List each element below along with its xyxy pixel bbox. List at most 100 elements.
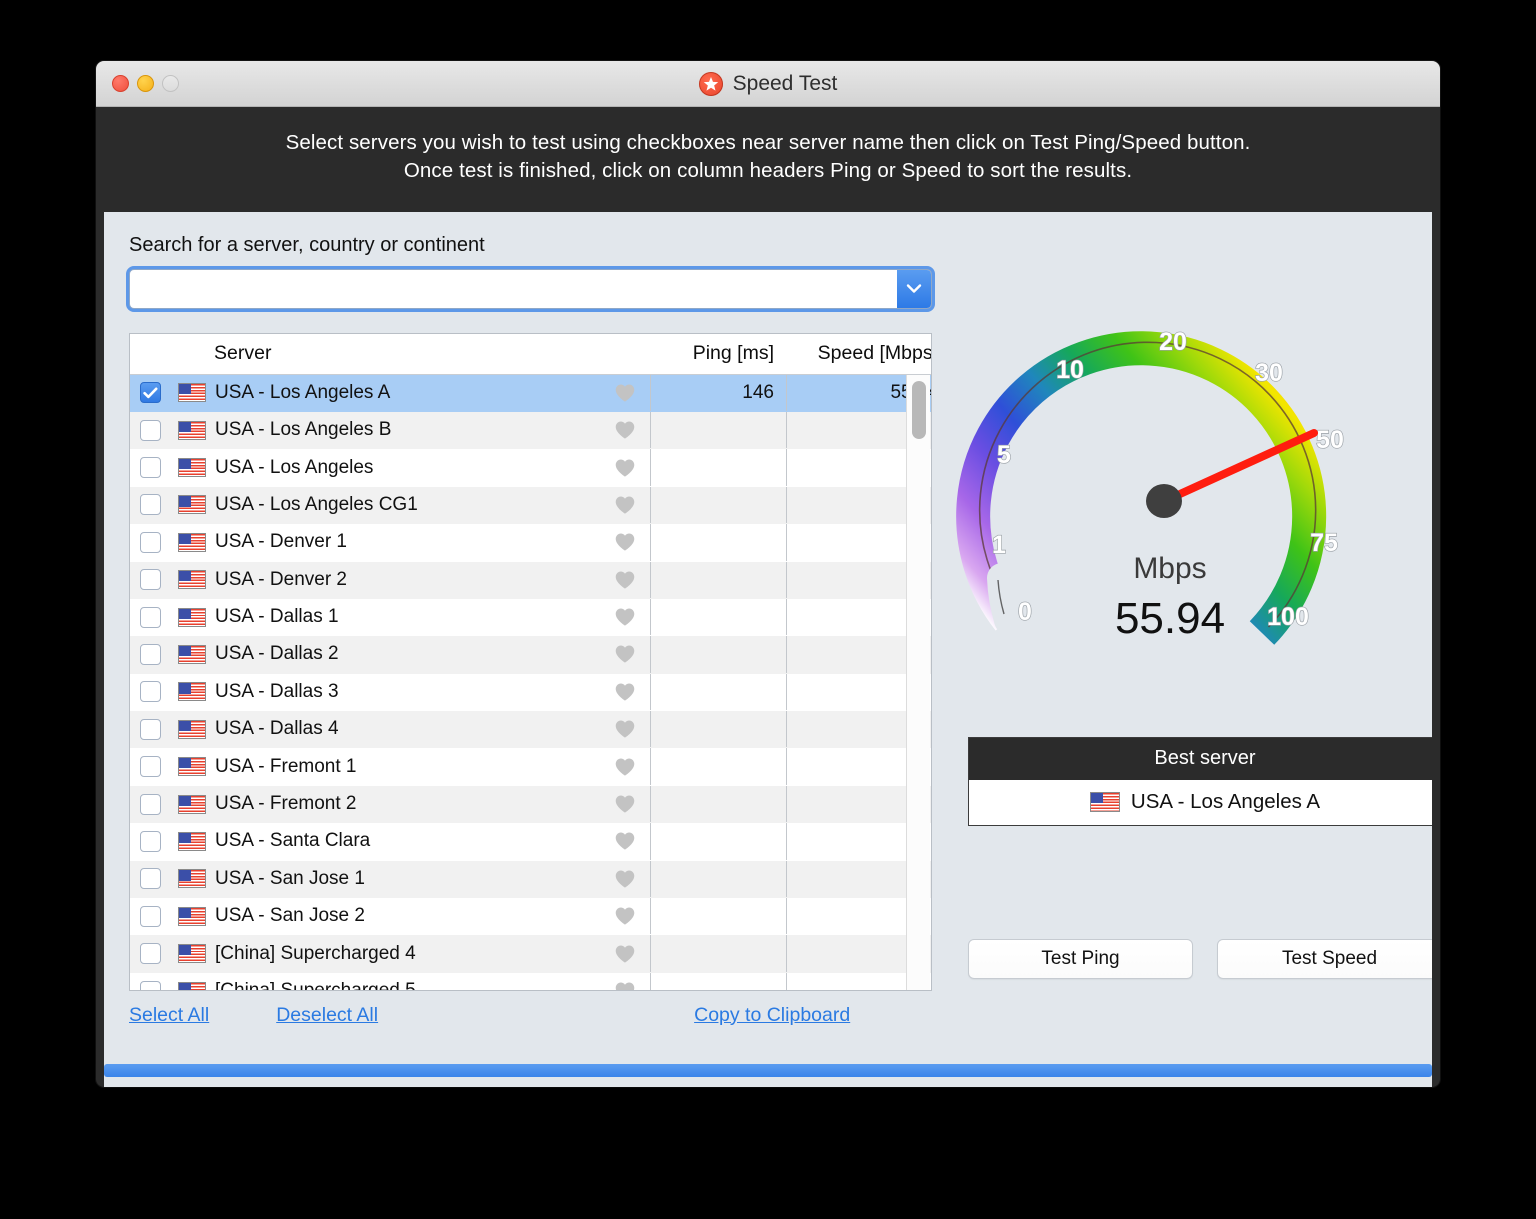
- progress-bar: [104, 1064, 1432, 1077]
- server-name-cell[interactable]: USA - Los Angeles: [170, 457, 600, 479]
- table-row[interactable]: USA - Los Angeles: [130, 449, 931, 486]
- server-checkbox[interactable]: [140, 681, 161, 702]
- server-name-label: USA - Los Angeles A: [215, 382, 390, 404]
- server-checkbox[interactable]: [140, 420, 161, 441]
- zoom-button[interactable]: [162, 75, 179, 92]
- table-row[interactable]: USA - San Jose 2: [130, 898, 931, 935]
- server-name-cell[interactable]: [China] Supercharged 5: [170, 980, 600, 990]
- table-row[interactable]: USA - Fremont 2: [130, 786, 931, 823]
- favorite-heart-icon: [614, 458, 636, 478]
- list-action-links: Select All Deselect All Copy to Clipboar…: [129, 1004, 932, 1027]
- vertical-scrollbar[interactable]: [906, 375, 930, 990]
- server-name-cell[interactable]: USA - Los Angeles A: [170, 382, 600, 404]
- server-name-cell[interactable]: USA - San Jose 1: [170, 868, 600, 890]
- favorite-cell[interactable]: [600, 644, 650, 664]
- server-name-cell[interactable]: USA - Fremont 1: [170, 756, 600, 778]
- ping-cell: [650, 711, 786, 747]
- scrollbar-thumb[interactable]: [912, 381, 926, 439]
- server-checkbox[interactable]: [140, 943, 161, 964]
- server-checkbox[interactable]: [140, 719, 161, 740]
- favorite-cell[interactable]: [600, 495, 650, 515]
- favorite-cell[interactable]: [600, 570, 650, 590]
- favorite-cell[interactable]: [600, 532, 650, 552]
- server-checkbox[interactable]: [140, 756, 161, 777]
- favorite-heart-icon: [614, 420, 636, 440]
- server-checkbox[interactable]: [140, 831, 161, 852]
- server-name-cell[interactable]: USA - Santa Clara: [170, 830, 600, 852]
- favorite-cell[interactable]: [600, 981, 650, 990]
- ping-cell: [650, 861, 786, 897]
- chevron-down-icon[interactable]: [897, 270, 931, 308]
- test-ping-button[interactable]: Test Ping: [968, 939, 1193, 979]
- table-row[interactable]: USA - Los Angeles A14655.94: [130, 375, 931, 412]
- gauge-tick-0: 0: [1018, 598, 1032, 626]
- server-name-cell[interactable]: USA - Dallas 1: [170, 606, 600, 628]
- server-name-cell[interactable]: USA - Dallas 2: [170, 643, 600, 665]
- select-all-link[interactable]: Select All: [129, 1004, 209, 1027]
- server-name-cell[interactable]: USA - Dallas 4: [170, 718, 600, 740]
- table-row[interactable]: USA - Dallas 1: [130, 599, 931, 636]
- server-name-cell[interactable]: USA - Denver 2: [170, 569, 600, 591]
- table-row[interactable]: [China] Supercharged 4: [130, 935, 931, 972]
- server-name-cell[interactable]: [China] Supercharged 4: [170, 943, 600, 965]
- server-name-label: [China] Supercharged 5: [215, 980, 416, 990]
- copy-to-clipboard-link[interactable]: Copy to Clipboard: [694, 1004, 850, 1027]
- table-row[interactable]: USA - Dallas 3: [130, 674, 931, 711]
- deselect-all-link[interactable]: Deselect All: [276, 1004, 378, 1027]
- server-checkbox[interactable]: [140, 532, 161, 553]
- close-button[interactable]: [112, 75, 129, 92]
- table-row[interactable]: USA - Fremont 1: [130, 748, 931, 785]
- server-name-label: [China] Supercharged 4: [215, 943, 416, 965]
- table-row[interactable]: USA - Dallas 4: [130, 711, 931, 748]
- server-name-cell[interactable]: USA - San Jose 2: [170, 905, 600, 927]
- server-name-cell[interactable]: USA - Denver 1: [170, 531, 600, 553]
- server-checkbox[interactable]: [140, 794, 161, 815]
- main-panel: Search for a server, country or continen…: [104, 212, 1432, 1053]
- search-input[interactable]: [130, 270, 897, 308]
- table-row[interactable]: [China] Supercharged 5: [130, 973, 931, 990]
- favorite-cell[interactable]: [600, 383, 650, 403]
- server-name-cell[interactable]: USA - Fremont 2: [170, 793, 600, 815]
- table-row[interactable]: USA - Dallas 2: [130, 636, 931, 673]
- favorite-cell[interactable]: [600, 906, 650, 926]
- server-checkbox[interactable]: [140, 906, 161, 927]
- table-row[interactable]: USA - Santa Clara: [130, 823, 931, 860]
- favorite-heart-icon: [614, 383, 636, 403]
- table-row[interactable]: USA - Denver 2: [130, 562, 931, 599]
- server-checkbox[interactable]: [140, 382, 161, 403]
- favorite-cell[interactable]: [600, 869, 650, 889]
- server-checkbox[interactable]: [140, 569, 161, 590]
- server-checkbox[interactable]: [140, 607, 161, 628]
- favorite-cell[interactable]: [600, 682, 650, 702]
- table-row[interactable]: USA - Los Angeles B: [130, 412, 931, 449]
- server-name-cell[interactable]: USA - Los Angeles CG1: [170, 494, 600, 516]
- favorite-cell[interactable]: [600, 719, 650, 739]
- favorite-cell[interactable]: [600, 757, 650, 777]
- favorite-cell[interactable]: [600, 607, 650, 627]
- us-flag-icon: [178, 720, 206, 739]
- server-checkbox[interactable]: [140, 457, 161, 478]
- row-checkbox-cell: [130, 981, 170, 990]
- server-name-cell[interactable]: USA - Los Angeles B: [170, 419, 600, 441]
- server-checkbox[interactable]: [140, 644, 161, 665]
- server-checkbox[interactable]: [140, 494, 161, 515]
- favorite-cell[interactable]: [600, 794, 650, 814]
- favorite-cell[interactable]: [600, 420, 650, 440]
- column-header-speed[interactable]: Speed [Mbps]: [786, 342, 932, 365]
- favorite-cell[interactable]: [600, 831, 650, 851]
- column-header-server[interactable]: Server: [170, 342, 600, 365]
- server-name-label: USA - San Jose 1: [215, 868, 365, 890]
- table-row[interactable]: USA - Los Angeles CG1: [130, 487, 931, 524]
- favorite-cell[interactable]: [600, 458, 650, 478]
- us-flag-icon: [178, 570, 206, 589]
- test-speed-button[interactable]: Test Speed: [1217, 939, 1432, 979]
- minimize-button[interactable]: [137, 75, 154, 92]
- server-checkbox[interactable]: [140, 868, 161, 889]
- table-row[interactable]: USA - San Jose 1: [130, 861, 931, 898]
- table-row[interactable]: USA - Denver 1: [130, 524, 931, 561]
- favorite-cell[interactable]: [600, 944, 650, 964]
- server-checkbox[interactable]: [140, 981, 161, 990]
- search-combobox[interactable]: [129, 269, 932, 309]
- column-header-ping[interactable]: Ping [ms]: [650, 342, 786, 365]
- server-name-cell[interactable]: USA - Dallas 3: [170, 681, 600, 703]
